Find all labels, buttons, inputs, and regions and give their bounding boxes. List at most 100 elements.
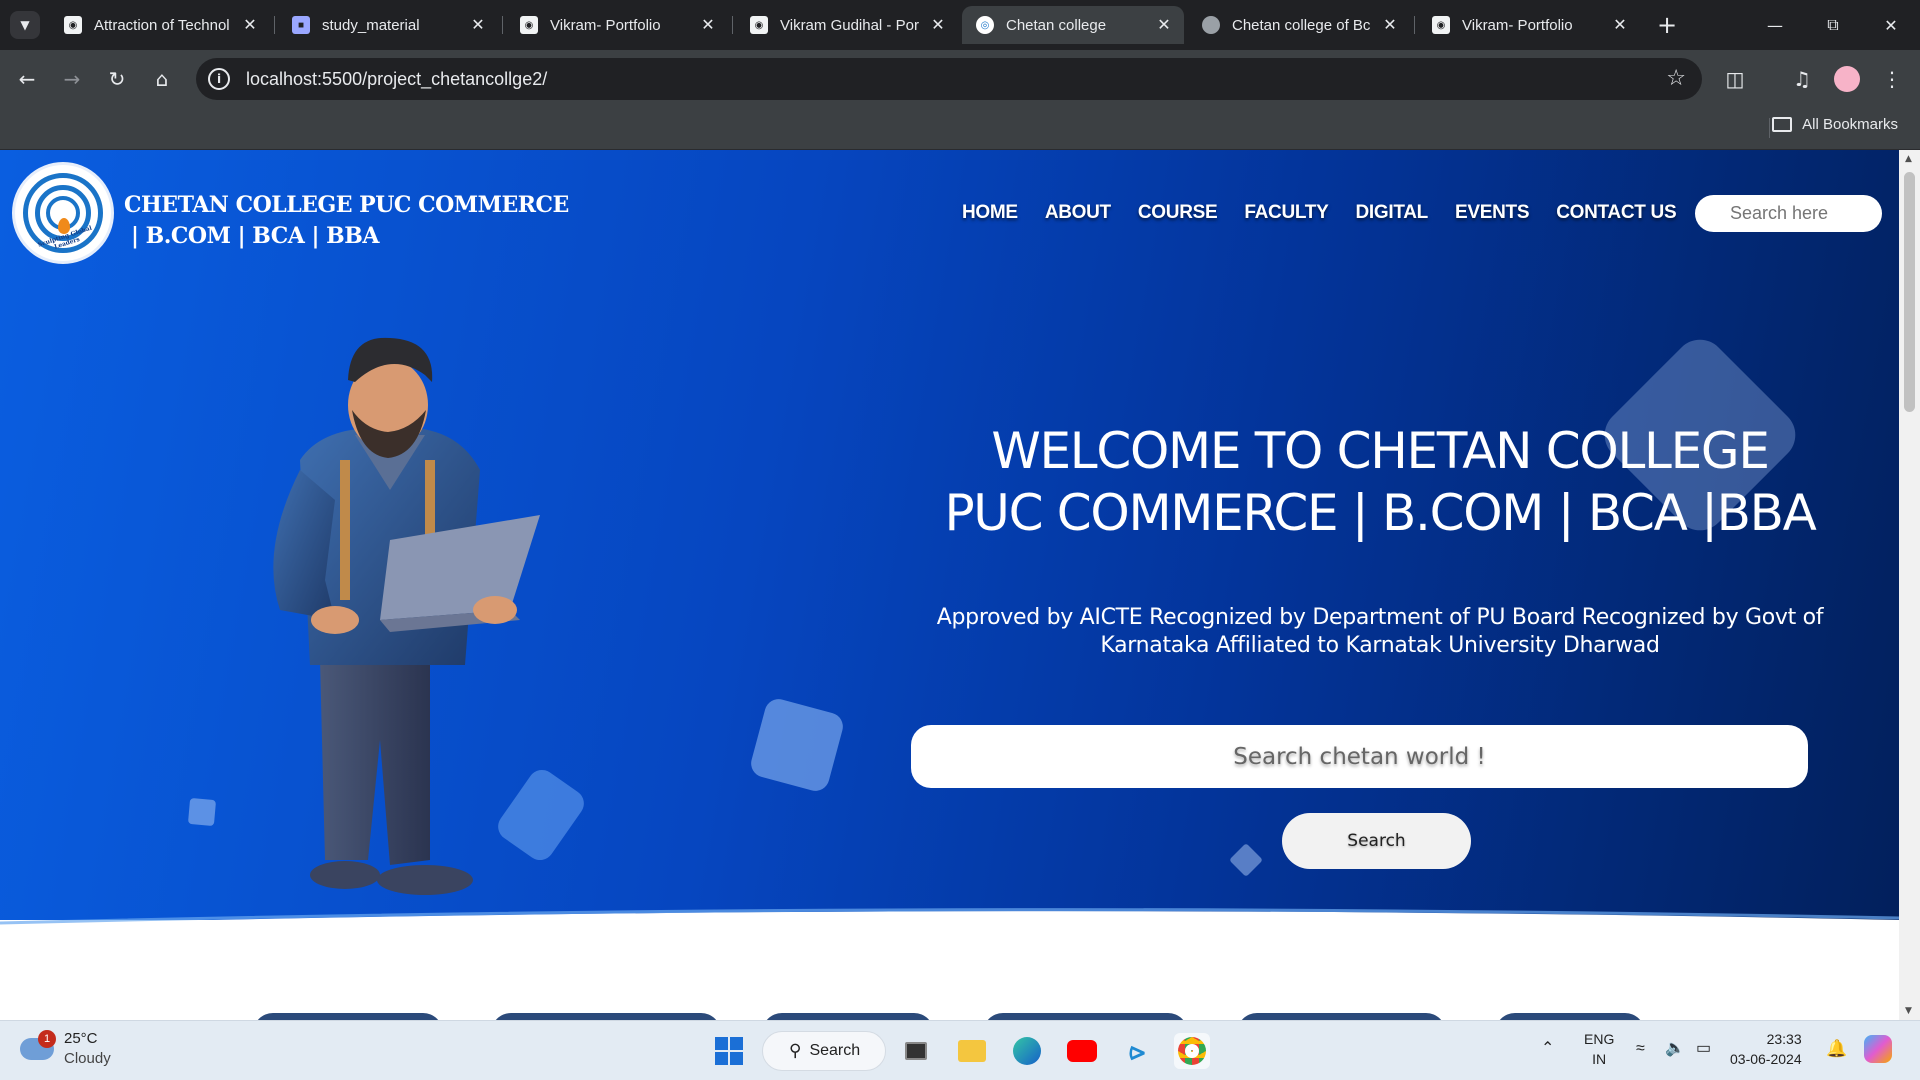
tab-title: study_material <box>322 16 420 34</box>
nav-events[interactable]: EVENTS <box>1455 202 1530 224</box>
profile-button[interactable] <box>1832 64 1862 94</box>
browser-tab-3[interactable]: ◉ Vikram Gudihal - Por ✕ <box>736 6 958 44</box>
site-brand[interactable]: CHETAN COLLEGE PUC COMMERCE | B.COM | BC… <box>124 190 569 252</box>
battery-button[interactable]: ▭ <box>1696 1039 1711 1059</box>
globe-icon <box>1202 16 1220 34</box>
browser-tab-5[interactable]: Chetan college of Bc ✕ <box>1188 6 1410 44</box>
close-icon[interactable]: ✕ <box>1382 15 1398 35</box>
weather-temp: 25°C <box>64 1030 98 1047</box>
file-explorer-button[interactable] <box>954 1033 990 1069</box>
close-icon: ✕ <box>1884 15 1898 35</box>
tab-separator <box>502 16 503 34</box>
close-icon[interactable]: ✕ <box>1156 15 1172 35</box>
course-card[interactable] <box>762 1013 934 1020</box>
arrow-left-icon: ← <box>18 67 36 91</box>
course-card[interactable] <box>1237 1013 1446 1020</box>
close-icon[interactable]: ✕ <box>700 15 716 35</box>
tab-title: Attraction of Technol <box>94 16 230 34</box>
browser-tab-1[interactable]: ■ study_material ✕ <box>278 6 498 44</box>
tray-overflow-button[interactable]: ⌃ <box>1541 1039 1554 1059</box>
lang-bottom: IN <box>1592 1051 1607 1067</box>
task-view-icon <box>905 1042 927 1060</box>
course-card[interactable] <box>491 1013 721 1020</box>
youtube-button[interactable] <box>1064 1033 1100 1069</box>
minimize-icon: — <box>1767 15 1783 35</box>
college-logo[interactable]: Sculpting Global Leaders <box>12 162 114 264</box>
decor-square <box>187 797 217 827</box>
browser-tab-0[interactable]: ◉ Attraction of Technol ✕ <box>50 6 270 44</box>
new-tab-button[interactable]: + <box>1652 10 1682 40</box>
windows-taskbar: 1 25°C Cloudy ⚲ Search ⪧ ⌃ ENG IN ≈ 🔈 ▭ … <box>0 1020 1920 1080</box>
brand-line-1: CHETAN COLLEGE PUC COMMERCE <box>124 192 569 218</box>
page-scrollbar[interactable]: ▲ ▼ <box>1899 150 1920 1020</box>
close-window-button[interactable]: ✕ <box>1868 8 1914 42</box>
restore-button[interactable]: ⧉ <box>1810 8 1856 42</box>
nav-search-input[interactable] <box>1695 195 1882 232</box>
tab-title: Chetan college <box>1006 16 1107 34</box>
browser-tab-4[interactable]: ◎ Chetan college ✕ <box>962 6 1184 44</box>
bookmark-star-icon[interactable]: ☆ <box>1666 66 1686 91</box>
page-icon: ◉ <box>1432 16 1450 34</box>
language-indicator[interactable]: ENG IN <box>1584 1029 1614 1069</box>
media-button[interactable]: ♫ <box>1787 64 1817 94</box>
nav-about[interactable]: ABOUT <box>1045 202 1111 224</box>
github-icon: ◉ <box>64 16 82 34</box>
lang-top: ENG <box>1584 1031 1615 1047</box>
doc-icon: ■ <box>292 16 310 34</box>
chevron-down-icon: ▼ <box>20 18 30 32</box>
clock[interactable]: 23:33 03-06-2024 <box>1730 1029 1802 1069</box>
hero-section: Sculpting Global Leaders CHETAN COLLEGE … <box>0 150 1899 920</box>
course-card[interactable] <box>253 1013 443 1020</box>
weather-widget[interactable]: 1 25°C Cloudy <box>20 1029 111 1069</box>
browser-tab-2[interactable]: ◉ Vikram- Portfolio ✕ <box>506 6 728 44</box>
url-text[interactable]: localhost:5500/project_chetancollge2/ <box>246 69 547 90</box>
weather-desc: Cloudy <box>64 1050 111 1067</box>
scrollbar-thumb[interactable] <box>1904 172 1915 412</box>
extensions-button[interactable]: ◫ <box>1720 64 1750 94</box>
folder-icon <box>958 1040 986 1062</box>
forward-button[interactable]: → <box>57 64 87 94</box>
hero-search-input[interactable] <box>911 725 1808 788</box>
browser-tab-6[interactable]: ◉ Vikram- Portfolio ✕ <box>1418 6 1640 44</box>
close-icon[interactable]: ✕ <box>930 15 946 35</box>
network-button[interactable]: ≈ <box>1636 1039 1645 1059</box>
nav-faculty[interactable]: FACULTY <box>1244 202 1328 224</box>
all-bookmarks-button[interactable]: All Bookmarks <box>1772 116 1898 133</box>
notifications-button[interactable]: 🔔 <box>1826 1039 1847 1059</box>
start-button[interactable] <box>711 1033 747 1069</box>
menu-button[interactable]: ⋮ <box>1877 64 1907 94</box>
search-icon: ⚲ <box>789 1041 802 1060</box>
puzzle-icon: ◫ <box>1725 67 1745 91</box>
edge-button[interactable] <box>1009 1033 1045 1069</box>
nav-course[interactable]: COURSE <box>1138 202 1218 224</box>
hero-wave-divider <box>0 908 1899 955</box>
home-button[interactable]: ⌂ <box>147 64 177 94</box>
close-icon[interactable]: ✕ <box>1612 15 1628 35</box>
close-icon[interactable]: ✕ <box>242 15 258 35</box>
taskbar-search[interactable]: ⚲ Search <box>762 1031 886 1071</box>
notification-badge: 1 <box>38 1030 56 1048</box>
scroll-up-icon[interactable]: ▲ <box>1905 154 1912 164</box>
address-bar[interactable]: i localhost:5500/project_chetancollge2/ … <box>196 58 1702 100</box>
scroll-down-icon[interactable]: ▼ <box>1905 1006 1912 1016</box>
hero-search-button[interactable]: Search <box>1282 813 1471 869</box>
minimize-button[interactable]: — <box>1752 8 1798 42</box>
close-icon[interactable]: ✕ <box>470 15 486 35</box>
headline-line-1: WELCOME TO CHETAN COLLEGE <box>991 422 1770 480</box>
volume-button[interactable]: 🔈 <box>1665 1039 1685 1059</box>
course-card[interactable] <box>1495 1013 1645 1020</box>
media-queue-icon: ♫ <box>1793 67 1811 91</box>
reload-button[interactable]: ↻ <box>102 64 132 94</box>
decor-diamond-small <box>1229 843 1263 877</box>
nav-contact-us[interactable]: CONTACT US <box>1556 202 1676 224</box>
course-card[interactable] <box>983 1013 1188 1020</box>
tab-search-button[interactable]: ▼ <box>10 11 40 39</box>
site-info-icon[interactable]: i <box>208 68 230 90</box>
copilot-button[interactable] <box>1864 1035 1892 1063</box>
chrome-button[interactable] <box>1174 1033 1210 1069</box>
vscode-button[interactable]: ⪧ <box>1119 1033 1155 1069</box>
task-view-button[interactable] <box>898 1033 934 1069</box>
back-button[interactable]: ← <box>12 64 42 94</box>
nav-digital[interactable]: DIGITAL <box>1355 202 1428 224</box>
nav-home[interactable]: HOME <box>962 202 1018 224</box>
